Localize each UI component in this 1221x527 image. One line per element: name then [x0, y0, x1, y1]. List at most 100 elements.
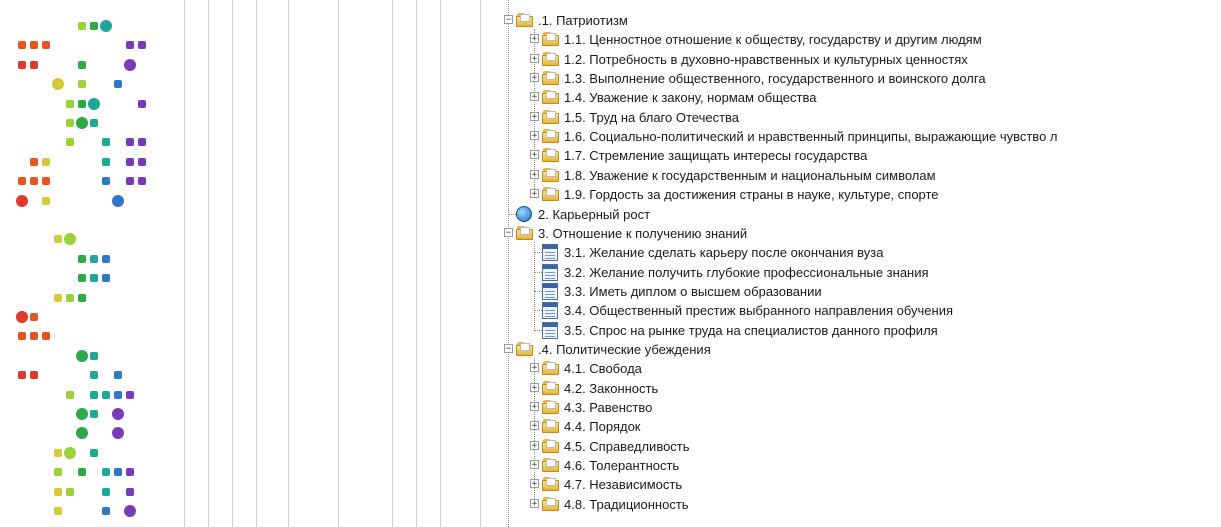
tree-node[interactable]: − 3. Отношение к получению знаний [490, 224, 1221, 244]
color-dot [114, 390, 122, 399]
tree-child-node[interactable]: +1.8. Уважение к государственным и нацио… [490, 166, 1221, 186]
color-dot [114, 468, 122, 477]
tree-node-label: 4.1. Свобода [564, 361, 642, 377]
expand-icon[interactable]: + [530, 440, 539, 450]
document-icon [542, 282, 558, 300]
color-dot [30, 177, 38, 186]
folder-icon [542, 148, 560, 163]
tree-node[interactable]: − .1. Патриотизм [490, 11, 1221, 31]
tree-child-node[interactable]: +4.5. Справедливость [490, 437, 1221, 457]
expand-icon[interactable]: + [530, 150, 539, 160]
tree-node-label: 1.2. Потребность в духовно-нравственных … [564, 51, 968, 67]
expand-icon[interactable]: + [530, 498, 539, 508]
tree-guide-line [508, 213, 516, 215]
expand-icon[interactable]: + [530, 421, 539, 431]
tree-child-node[interactable]: +1.1. Ценностное отношение к обществу, г… [490, 30, 1221, 50]
tree-child-node[interactable]: 3.2. Желание получить глубокие профессио… [490, 263, 1221, 283]
color-dot [76, 117, 88, 129]
tree-node-label: 3.3. Иметь диплом о высшем образовании [564, 283, 822, 299]
color-dot [126, 468, 134, 477]
tree-child-node[interactable]: +4.6. Толерантность [490, 456, 1221, 476]
globe-icon [516, 205, 532, 222]
tree-child-node[interactable]: 3.1. Желание сделать карьеру после оконч… [490, 243, 1221, 263]
tree-child-node[interactable]: +4.7. Независимость [490, 475, 1221, 495]
expand-icon[interactable]: + [530, 382, 539, 392]
expand-icon[interactable]: + [530, 111, 539, 121]
tree-child-node[interactable]: +1.5. Труд на благо Отечества [490, 108, 1221, 128]
collapse-icon[interactable]: − [504, 15, 513, 25]
tree-child-node[interactable]: +4.3. Равенство [490, 398, 1221, 418]
tree-child-node[interactable]: 3.3. Иметь диплом о высшем образовании [490, 282, 1221, 302]
color-dot [78, 80, 86, 89]
tree-child-node[interactable]: +1.2. Потребность в духовно-нравственных… [490, 50, 1221, 70]
tree-child-node[interactable]: +1.6. Социально-политический и нравствен… [490, 127, 1221, 147]
tree-child-node[interactable]: +4.4. Порядок [490, 417, 1221, 437]
folder-icon [542, 187, 560, 202]
tree-guide-line [534, 252, 542, 254]
collapse-icon[interactable]: − [504, 227, 513, 237]
tree-node-label: 3.1. Желание сделать карьеру после оконч… [564, 245, 884, 261]
tree-child-node[interactable]: +1.7. Стремление защищать интересы госуд… [490, 146, 1221, 166]
tree-guide-line [534, 290, 542, 292]
expand-icon[interactable]: + [530, 402, 539, 412]
tree-child-node[interactable]: +4.8. Традиционность [490, 495, 1221, 515]
color-dot [30, 157, 38, 166]
expand-icon[interactable]: + [530, 363, 539, 373]
expand-icon[interactable]: + [530, 169, 539, 179]
expand-icon[interactable]: + [530, 73, 539, 83]
color-dot [126, 487, 134, 496]
folder-icon [542, 167, 560, 183]
color-dot [90, 254, 98, 263]
color-dot [88, 97, 100, 110]
tree-node[interactable]: − .4. Политические убеждения [490, 340, 1221, 360]
color-dot [138, 177, 146, 186]
expand-icon[interactable]: + [530, 189, 539, 199]
tree-node[interactable]: 2. Карьерный рост [490, 205, 1221, 225]
color-dot [78, 60, 86, 69]
color-dot [76, 427, 88, 440]
expand-icon[interactable]: + [530, 92, 539, 102]
color-dot [18, 371, 26, 380]
document-icon [542, 321, 558, 339]
color-dot [54, 487, 62, 496]
tree-node-label: .4. Политические убеждения [538, 341, 711, 357]
tree-child-node[interactable]: +1.4. Уважение к закону, нормам общества [490, 88, 1221, 108]
tree-node-label: 1.4. Уважение к закону, нормам общества [564, 90, 817, 106]
color-dot [102, 468, 110, 477]
color-dot [78, 254, 86, 263]
expand-icon[interactable]: + [530, 34, 539, 44]
expand-icon[interactable]: + [530, 53, 539, 63]
color-dot [114, 80, 122, 89]
color-dot [90, 390, 98, 399]
collapse-icon[interactable]: − [504, 343, 513, 353]
tree-view[interactable]: − .1. Патриотизм +1.1. Ценностное отношени… [490, 0, 1221, 527]
tree-child-node[interactable]: +1.9. Гордость за достижения страны в на… [490, 185, 1221, 205]
folder-icon [542, 458, 560, 473]
tree-child-node[interactable]: 3.5. Спрос на рынке труда на специалисто… [490, 321, 1221, 341]
folder-icon [542, 51, 560, 67]
tree-node-label: 1.7. Стремление защищать интересы госуда… [564, 148, 868, 164]
tree-child-node[interactable]: 3.4. Общественный престиж выбранного нап… [490, 301, 1221, 321]
tree-node-label: 4.4. Порядок [564, 419, 641, 435]
color-dot [126, 390, 134, 399]
color-dot [42, 332, 50, 341]
color-dot [16, 311, 28, 323]
color-dot [126, 177, 134, 186]
color-dot [78, 22, 86, 30]
tree-node-label: 1.3. Выполнение общественного, государст… [564, 71, 986, 87]
color-dot [76, 349, 88, 362]
tree-node-label: 3.4. Общественный престиж выбранного нап… [564, 303, 954, 319]
color-dot [52, 78, 64, 91]
tree-child-node[interactable]: +4.2. Законность [490, 379, 1221, 399]
folder-icon [542, 129, 560, 144]
tree-node-label: 4.3. Равенство [564, 400, 653, 415]
grid-line [480, 0, 481, 527]
tree-node-label: .1. Патриотизм [538, 13, 628, 28]
tree-child-node[interactable]: +4.1. Свобода [490, 359, 1221, 379]
tree-child-node[interactable]: +1.3. Выполнение общественного, государс… [490, 69, 1221, 89]
expand-icon[interactable]: + [530, 479, 539, 489]
expand-icon[interactable]: + [530, 460, 539, 470]
color-dot [54, 448, 62, 457]
tree-node-label: 2. Карьерный рост [538, 206, 651, 222]
expand-icon[interactable]: + [530, 131, 539, 141]
